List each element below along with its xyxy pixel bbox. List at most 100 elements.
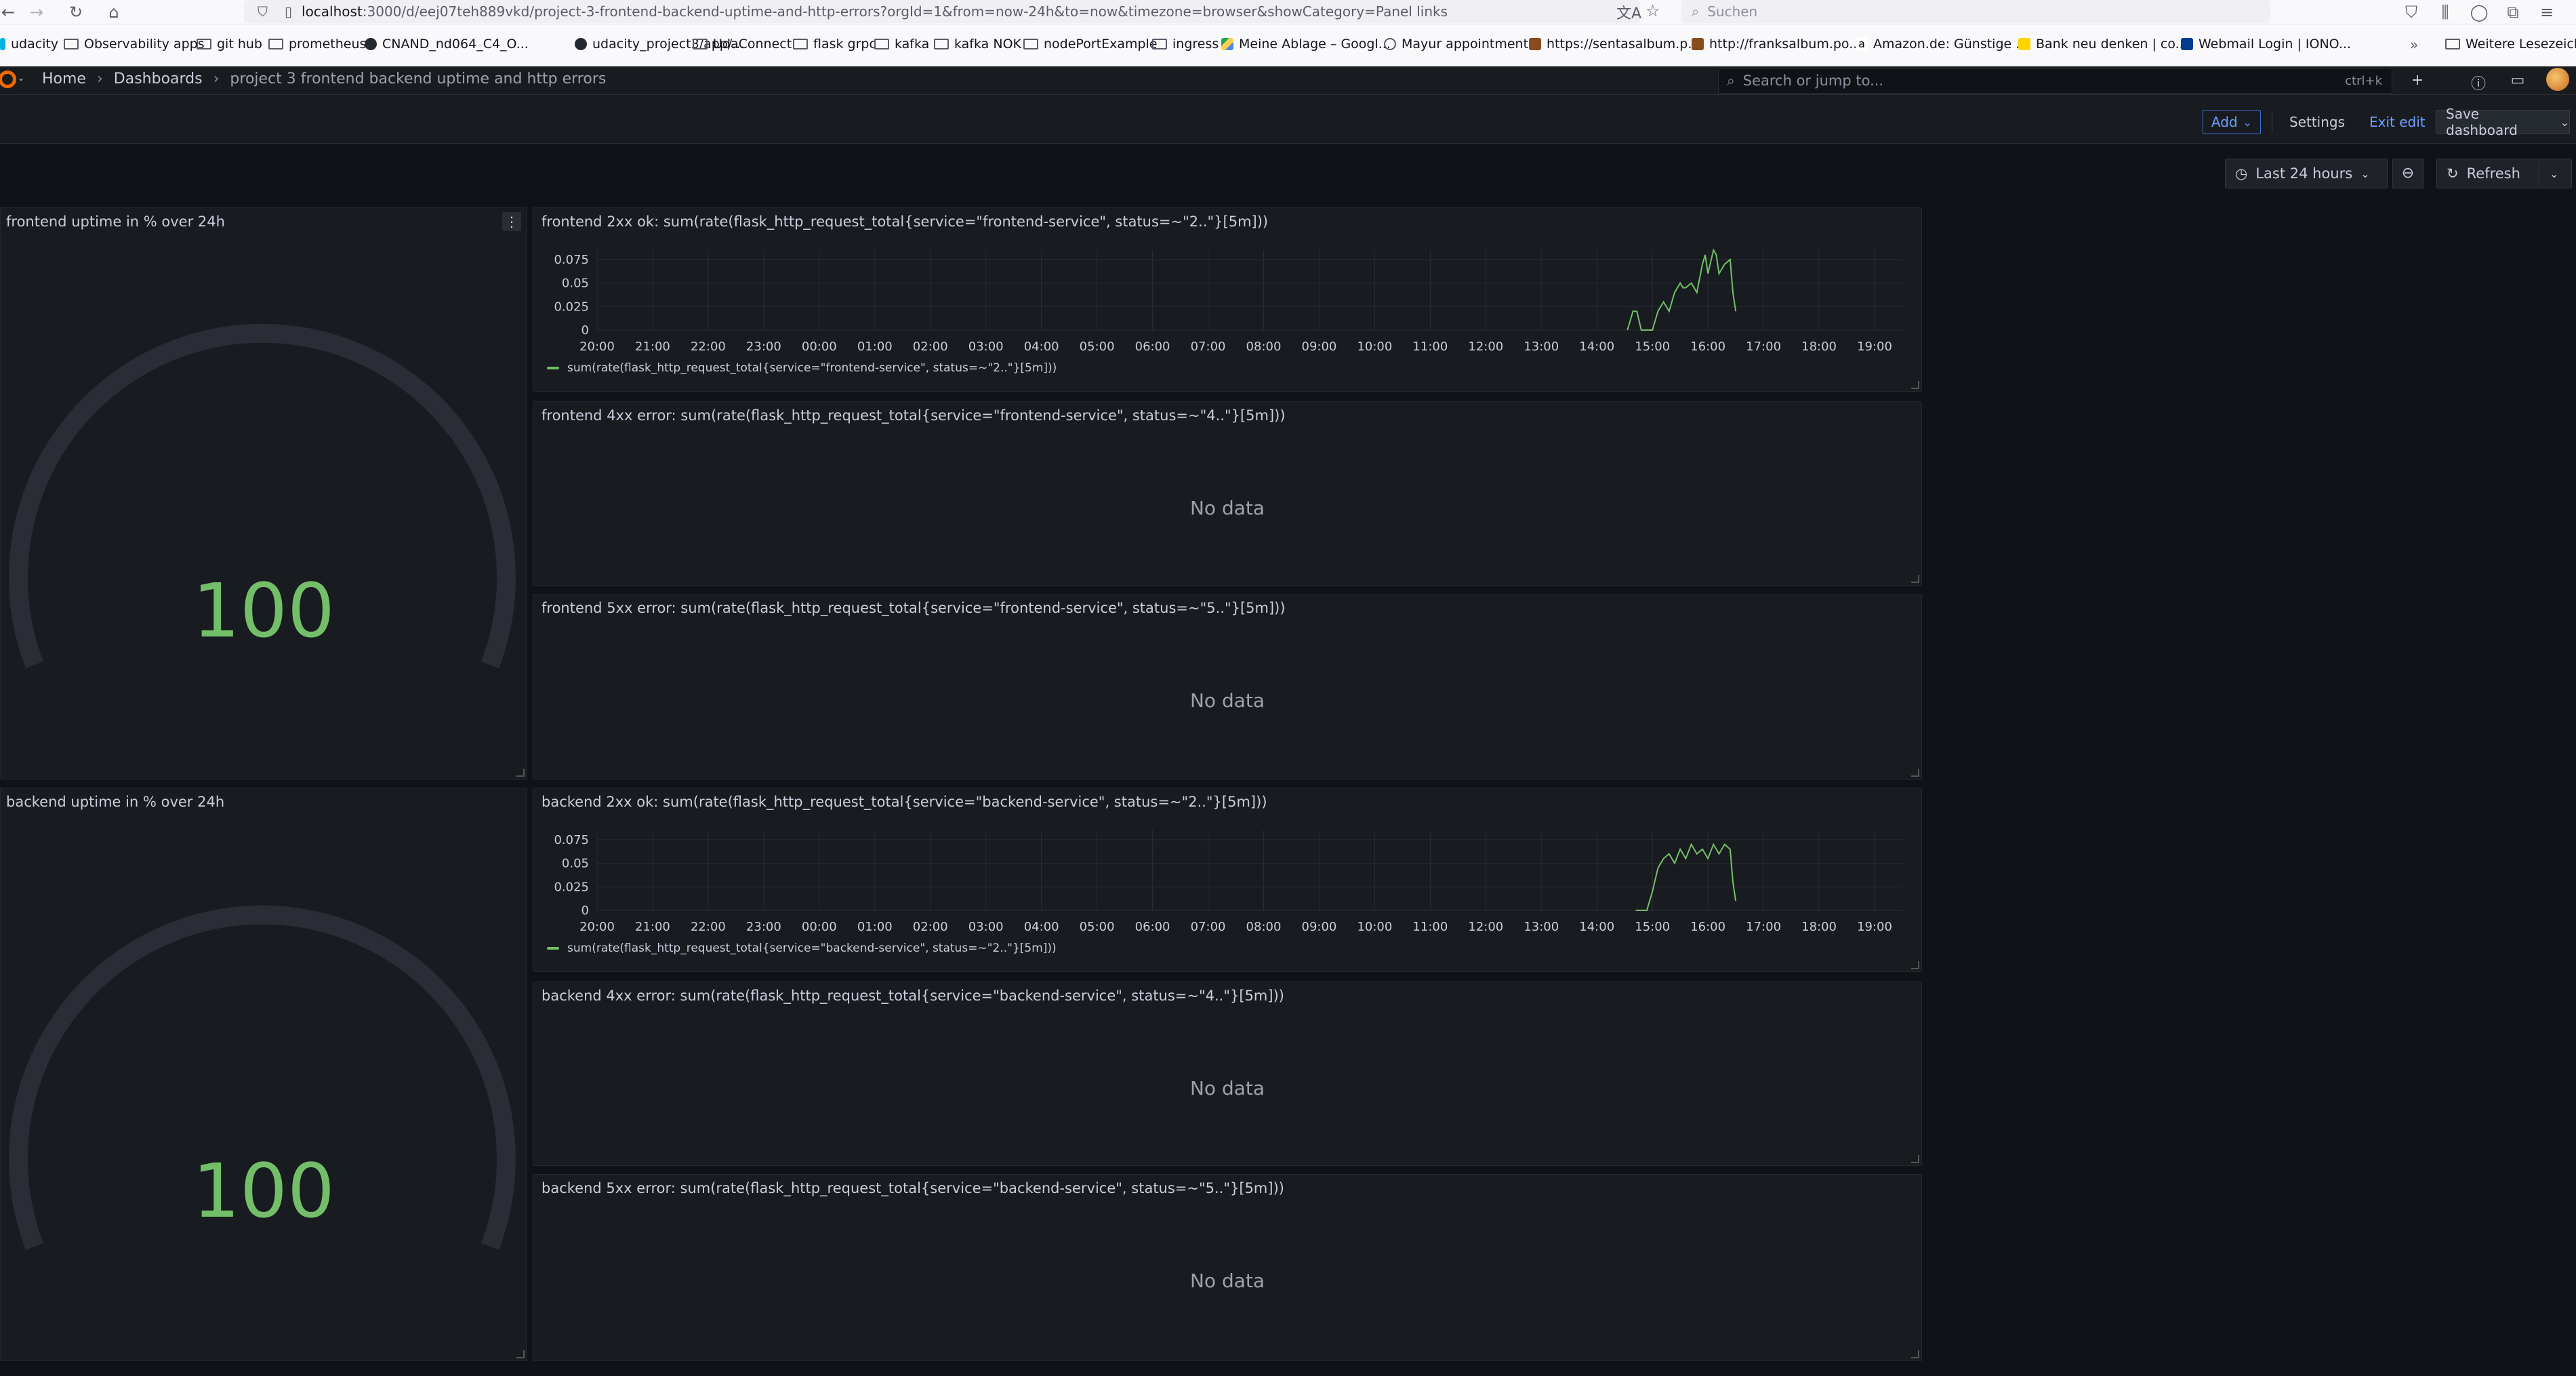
chart-legend[interactable]: sum(rate(flask_http_request_total{servic… xyxy=(547,942,1057,955)
x-tick-label: 00:00 xyxy=(802,920,837,934)
resize-handle[interactable] xyxy=(1911,1155,1919,1163)
resize-handle[interactable] xyxy=(1911,575,1919,583)
bookmark-google-drive[interactable]: Meine Ablage – Googl... xyxy=(1221,37,1391,52)
globe-icon xyxy=(1384,38,1396,50)
bookmark-udaconnect[interactable]: UdaConnect xyxy=(693,37,792,52)
panel-backend-uptime[interactable]: backend uptime in % over 24h 100 xyxy=(0,788,527,1361)
x-tick-label: 13:00 xyxy=(1524,920,1559,934)
panel-backend-2xx[interactable]: backend 2xx ok: sum(rate(flask_http_requ… xyxy=(533,788,1922,972)
grafana-search-input[interactable]: ⌕ Search or jump to... ctrl+k xyxy=(1718,68,2392,94)
help-icon[interactable]: ⓘ xyxy=(2468,72,2489,94)
panel-frontend-4xx[interactable]: frontend 4xx error: sum(rate(flask_http_… xyxy=(533,401,1922,586)
avatar[interactable] xyxy=(2546,68,2569,91)
drive-icon xyxy=(1221,38,1233,50)
bookmark-cnand[interactable]: CNAND_nd064_C4_O... xyxy=(365,37,529,52)
account-icon[interactable]: ◯ xyxy=(2467,1,2491,23)
star-icon[interactable]: ☆ xyxy=(1645,1,1660,20)
github-icon xyxy=(575,38,587,50)
time-range-picker[interactable]: ◷ Last 24 hours ⌄ xyxy=(2225,159,2388,188)
folder-icon xyxy=(934,39,949,49)
panel-backend-4xx[interactable]: backend 4xx error: sum(rate(flask_http_r… xyxy=(533,982,1922,1166)
y-tick-label: 0.075 xyxy=(554,833,589,847)
url-bar[interactable]: ⛉ ▯ localhost:3000/d/eej07teh889vkd/proj… xyxy=(244,0,1640,23)
bookmark-weitere[interactable]: Weitere Lesezeichen xyxy=(2445,37,2576,52)
bookmark-udacity[interactable]: udacity xyxy=(0,37,58,52)
exit-edit-button[interactable]: Exit edit xyxy=(2361,110,2434,134)
bookmark-ingress[interactable]: ingress xyxy=(1152,37,1219,52)
bookmark-bank[interactable]: Bank neu denken | co... xyxy=(2018,37,2188,52)
bookmark-prometheus[interactable]: prometheus xyxy=(268,37,366,52)
zoom-out-icon[interactable]: ⊖ xyxy=(2392,159,2424,188)
x-tick-label: 04:00 xyxy=(1024,920,1059,934)
x-tick-label: 14:00 xyxy=(1579,340,1614,354)
bookmark-mayur-appointments[interactable]: Mayur appointments xyxy=(1384,37,1535,52)
home-icon[interactable]: ⌂ xyxy=(102,1,126,23)
resize-handle[interactable] xyxy=(1911,381,1919,389)
extensions-icon[interactable]: ⧉ xyxy=(2501,1,2525,23)
translate-icon[interactable]: 文A xyxy=(1616,1,1641,23)
refresh-button[interactable]: ↻ Refresh ⌄ xyxy=(2436,159,2572,188)
panel-title: frontend 4xx error: sum(rate(flask_http_… xyxy=(541,407,1286,424)
settings-button[interactable]: Settings xyxy=(2281,110,2353,134)
refresh-interval-chevron-icon[interactable]: ⌄ xyxy=(2550,167,2558,180)
resize-handle[interactable] xyxy=(1911,961,1919,969)
bookmark-amazon[interactable]: a Amazon.de: Günstige ... xyxy=(1856,37,2028,52)
web-search-input[interactable]: ⌕ Suchen xyxy=(1681,0,2270,23)
resize-handle[interactable] xyxy=(1911,769,1919,777)
pocket-icon[interactable]: ⛉ xyxy=(2399,1,2424,23)
bookmark-sentasalbum[interactable]: https://sentasalbum.p... xyxy=(1529,37,1700,52)
save-dashboard-button[interactable]: Save dashboard ⌄ xyxy=(2436,106,2570,138)
grafana-logo-icon[interactable] xyxy=(0,70,16,88)
back-arrow-icon[interactable]: ← xyxy=(0,1,20,23)
x-tick-label: 17:00 xyxy=(1746,340,1781,354)
bookmarks-overflow-icon[interactable]: » xyxy=(2410,37,2418,53)
menu-icon[interactable]: ≡ xyxy=(2535,1,2559,23)
gauge-value: 100 xyxy=(192,1148,335,1234)
x-tick-label: 20:00 xyxy=(579,920,615,934)
bookmark-webmail[interactable]: Webmail Login | IONO... xyxy=(2181,37,2351,52)
y-tick-label: 0.025 xyxy=(554,880,589,894)
x-tick-label: 11:00 xyxy=(1412,340,1448,354)
x-tick-label: 08:00 xyxy=(1246,920,1282,934)
reload-icon[interactable]: ↻ xyxy=(64,1,88,23)
page-icon: ▯ xyxy=(285,3,293,20)
resize-handle[interactable] xyxy=(1911,1350,1919,1358)
x-tick-label: 11:00 xyxy=(1412,920,1448,934)
x-tick-label: 07:00 xyxy=(1191,920,1226,934)
add-button[interactable]: Add ⌄ xyxy=(2203,110,2261,134)
browser-toolbar: ← → ↻ ⌂ ⛉ ▯ localhost:3000/d/eej07teh889… xyxy=(0,0,2576,24)
no-data-message: No data xyxy=(1189,1270,1265,1292)
panel-frontend-2xx[interactable]: frontend 2xx ok: sum(rate(flask_http_req… xyxy=(533,207,1922,392)
resize-handle[interactable] xyxy=(516,769,525,777)
x-tick-label: 05:00 xyxy=(1080,920,1115,934)
grafana-topbar: ⌄ Home › Dashboards › project 3 frontend… xyxy=(0,66,2576,95)
panel-frontend-uptime[interactable]: frontend uptime in % over 24h ⋮ 100 xyxy=(0,207,527,780)
bookmark-observability-apps[interactable]: Observability apps xyxy=(64,37,205,52)
forward-arrow-icon[interactable]: → xyxy=(24,1,49,23)
plus-icon[interactable]: + xyxy=(2407,72,2428,89)
news-icon[interactable]: ▭ xyxy=(2508,72,2528,89)
refresh-label: Refresh xyxy=(2466,165,2520,182)
folder-icon xyxy=(2445,39,2460,49)
bookmark-git-hub[interactable]: git hub xyxy=(197,37,262,52)
no-data-message: No data xyxy=(1189,689,1265,712)
no-data-message: No data xyxy=(1189,1077,1265,1099)
bookmark-kafka-nok[interactable]: kafka NOK xyxy=(934,37,1021,52)
chevron-down-icon: ⌄ xyxy=(2243,115,2253,129)
bookmark-flask-grpc[interactable]: flask grpc xyxy=(793,37,876,52)
bookmark-franksalbum[interactable]: http://franksalbum.po... xyxy=(1692,37,1861,52)
folder-icon xyxy=(693,39,708,49)
y-tick-label: 0.05 xyxy=(562,857,589,871)
bookmark-kafka[interactable]: kafka xyxy=(874,37,929,52)
breadcrumb-home[interactable]: Home xyxy=(42,70,86,87)
x-tick-label: 05:00 xyxy=(1080,340,1115,354)
bookmark-nodeportexample[interactable]: nodePortExample xyxy=(1023,37,1158,52)
panel-backend-5xx[interactable]: backend 5xx error: sum(rate(flask_http_r… xyxy=(533,1174,1922,1361)
chevron-down-icon[interactable]: ⌄ xyxy=(2560,116,2569,129)
breadcrumb-dashboards[interactable]: Dashboards xyxy=(114,70,203,87)
resize-handle[interactable] xyxy=(516,1350,525,1358)
x-tick-label: 23:00 xyxy=(746,920,781,934)
panel-frontend-5xx[interactable]: frontend 5xx error: sum(rate(flask_http_… xyxy=(533,594,1922,780)
chart-legend[interactable]: sum(rate(flask_http_request_total{servic… xyxy=(547,361,1057,375)
library-icon[interactable]: ⫼ xyxy=(2433,1,2457,23)
